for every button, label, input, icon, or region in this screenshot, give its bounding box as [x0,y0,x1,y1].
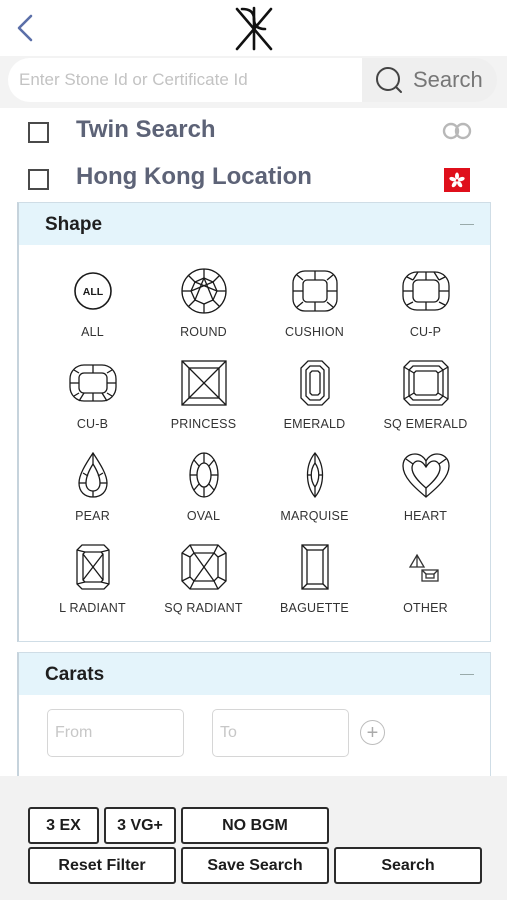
shape-grid: ALL ALL ROUND CUSHION CU-P CU-B PRINCESS… [37,267,481,635]
3vg-filter-button[interactable]: 3 VG+ [104,807,176,844]
shape-princess[interactable]: PRINCESS [148,359,259,451]
shape-label: ALL [81,325,104,339]
carats-panel-header[interactable]: Carats [19,653,490,695]
shape-label: HEART [403,509,448,523]
hong-kong-location-label: Hong Kong Location [76,163,312,190]
cushion-diamond-icon [291,270,338,312]
brand-logo-icon [235,6,273,51]
shape-panel-title: Shape [45,214,103,235]
shape-cu-p[interactable]: CU-P [370,267,481,359]
hong-kong-flag-icon [444,168,470,192]
shape-label: CUSHION [284,325,345,339]
round-diamond-icon [180,268,227,314]
other-shapes-icon [408,553,439,582]
shape-baguette[interactable]: BAGUETTE [259,543,370,635]
shape-cu-b[interactable]: CU-B [37,359,148,451]
search-bar: Search [0,56,507,108]
twin-search-label: Twin Search [76,116,216,143]
top-bar [0,0,507,56]
princess-diamond-icon [180,360,227,406]
chevron-left-icon[interactable] [14,12,38,44]
twin-search-row: Twin Search [0,110,507,154]
reset-filter-button[interactable]: Reset Filter [28,847,176,884]
shape-marquise[interactable]: MARQUISE [259,451,370,543]
shape-other[interactable]: OTHER [370,543,481,635]
stone-search-input[interactable] [8,58,363,102]
hong-kong-location-row: Hong Kong Location [0,157,507,201]
emerald-diamond-icon [299,360,330,406]
long-radiant-diamond-icon [75,544,110,590]
oval-diamond-icon [188,452,219,498]
shape-panel-header[interactable]: Shape [19,203,490,245]
shape-heart[interactable]: HEART [370,451,481,543]
carats-panel-title: Carats [45,664,105,685]
carat-to-field[interactable] [212,709,349,757]
shape-label: BAGUETTE [280,601,349,615]
shape-sq-emerald[interactable]: SQ EMERALD [370,359,481,451]
bottom-action-bar: 3 EX 3 VG+ NO BGM Reset Filter Save Sear… [0,776,507,900]
shape-label: CU-B [76,417,109,431]
cushion-b-diamond-icon [68,364,117,402]
shape-label: SQ RADIANT [164,601,243,615]
square-radiant-diamond-icon [180,544,227,590]
shape-label: SQ EMERALD [383,417,468,431]
shape-label: OTHER [403,601,448,615]
collapse-icon[interactable] [460,674,474,675]
no-bgm-filter-button[interactable]: NO BGM [181,807,329,844]
twin-rings-icon [442,122,472,140]
shape-label: ROUND [180,325,227,339]
hong-kong-location-checkbox[interactable] [28,169,49,190]
shape-sq-radiant[interactable]: SQ RADIANT [148,543,259,635]
marquise-diamond-icon [306,451,323,499]
shape-round[interactable]: ROUND [148,267,259,359]
shape-label: EMERALD [283,417,346,431]
shape-pear[interactable]: PEAR [37,451,148,543]
twin-search-checkbox[interactable] [28,122,49,143]
pear-diamond-icon [77,451,108,498]
shape-label: PRINCESS [170,417,237,431]
search-icon [376,67,402,93]
heart-diamond-icon [401,453,450,498]
cushion-p-diamond-icon [401,271,450,311]
shape-label: MARQUISE [280,509,349,523]
shape-label: L RADIANT [59,601,126,615]
shape-all[interactable]: ALL ALL [37,267,148,359]
baguette-diamond-icon [300,544,329,590]
shape-label: OVAL [186,509,221,523]
shape-l-radiant[interactable]: L RADIANT [37,543,148,635]
save-search-button[interactable]: Save Search [181,847,329,884]
carat-from-field[interactable] [47,709,184,757]
shape-panel: Shape ALL ALL ROUND CUSHION CU-P CU-B PR… [17,202,491,642]
3ex-filter-button[interactable]: 3 EX [28,807,99,844]
search-button-label: Search [413,67,483,92]
all-shapes-icon: ALL [73,272,112,310]
shape-emerald[interactable]: EMERALD [259,359,370,451]
carats-panel: Carats + [17,652,491,782]
shape-cushion[interactable]: CUSHION [259,267,370,359]
search-button[interactable]: Search [362,58,497,102]
collapse-icon[interactable] [460,224,474,225]
shape-label: CU-P [409,325,442,339]
shape-oval[interactable]: OVAL [148,451,259,543]
svg-text:ALL: ALL [82,286,103,298]
square-emerald-diamond-icon [402,360,449,406]
plus-circle-icon[interactable]: + [360,720,385,745]
shape-label: PEAR [75,509,110,523]
search-submit-button[interactable]: Search [334,847,482,884]
